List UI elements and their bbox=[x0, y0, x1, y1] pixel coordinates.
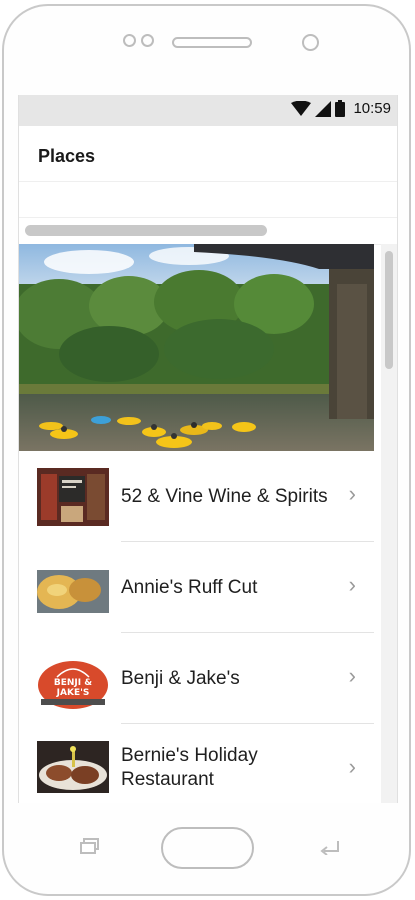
place-name: Annie's Ruff Cut bbox=[121, 577, 258, 598]
status-bar: 10:59 bbox=[19, 95, 397, 126]
cell-signal-icon bbox=[315, 100, 332, 117]
home-button[interactable] bbox=[161, 827, 254, 869]
recent-apps-icon[interactable] bbox=[80, 838, 100, 854]
wine-shop-thumbnail bbox=[37, 468, 109, 526]
logo-text: JAKE'S bbox=[56, 688, 90, 698]
places-list: 52 & Vine Wine & Spirits › Annie's Ruff … bbox=[19, 451, 374, 803]
light-sensor-icon bbox=[302, 34, 319, 51]
chevron-right-icon: › bbox=[348, 754, 356, 779]
logo-text: BENJI & bbox=[54, 678, 92, 688]
benji-jakes-logo: BENJI & JAKE'S bbox=[37, 647, 109, 711]
food-thumbnail bbox=[37, 570, 109, 613]
status-time: 10:59 bbox=[353, 100, 391, 117]
steak-dish-thumbnail bbox=[37, 741, 109, 793]
list-item[interactable]: Bernie's Holiday Restaurant › bbox=[19, 724, 374, 803]
vertical-scrollbar[interactable] bbox=[381, 244, 397, 803]
chevron-right-icon: › bbox=[348, 572, 356, 597]
battery-icon bbox=[335, 100, 346, 117]
back-icon[interactable] bbox=[318, 837, 342, 855]
chevron-right-icon: › bbox=[348, 663, 356, 688]
river-tubing-photo bbox=[19, 244, 374, 451]
toolbar-area bbox=[19, 182, 397, 218]
list-item[interactable]: BENJI & JAKE'S Benji & Jake's › bbox=[19, 633, 374, 724]
horizontal-scrollbar[interactable] bbox=[19, 218, 397, 245]
proximity-sensor-icon bbox=[141, 34, 154, 47]
place-name: Benji & Jake's bbox=[121, 668, 240, 689]
place-name: 52 & Vine Wine & Spirits bbox=[121, 486, 328, 507]
list-item[interactable]: Annie's Ruff Cut › bbox=[19, 542, 374, 633]
front-camera-icon bbox=[123, 34, 136, 47]
place-name: Bernie's Holiday Restaurant bbox=[121, 745, 258, 790]
list-item[interactable]: 52 & Vine Wine & Spirits › bbox=[19, 451, 374, 542]
page-title: Places bbox=[38, 146, 96, 166]
content-area: 52 & Vine Wine & Spirits › Annie's Ruff … bbox=[19, 244, 397, 803]
chevron-right-icon: › bbox=[348, 481, 356, 506]
vertical-scroll-thumb[interactable] bbox=[385, 251, 393, 369]
hero-image bbox=[19, 244, 374, 451]
earpiece-speaker bbox=[172, 37, 252, 48]
wifi-icon bbox=[291, 100, 312, 116]
horizontal-scroll-thumb[interactable] bbox=[25, 225, 267, 236]
app-header: Places bbox=[19, 126, 397, 182]
app-screen: 10:59 Places 52 & Vine Wine & Spirits › … bbox=[18, 95, 398, 803]
